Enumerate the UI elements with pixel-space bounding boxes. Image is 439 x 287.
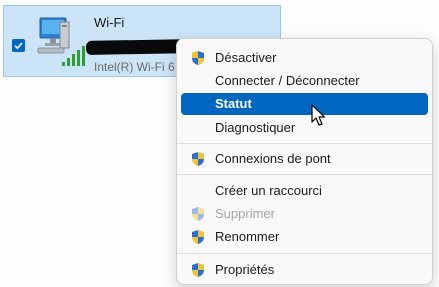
- menu-item-supprimer: Supprimer: [181, 203, 428, 225]
- context-menu: Désactiver Connecter / Déconnecter Statu…: [176, 38, 433, 285]
- menu-item-desactiver[interactable]: Désactiver: [181, 47, 428, 69]
- menu-item-label: Créer un raccourci: [215, 183, 322, 198]
- menu-item-label: Désactiver: [215, 50, 277, 65]
- menu-item-label: Propriétés: [215, 262, 275, 277]
- mouse-pointer-icon: [311, 104, 326, 126]
- menu-item-label: Connecter / Déconnecter: [215, 73, 360, 88]
- menu-separator: [177, 174, 432, 175]
- uac-shield-icon: [192, 230, 204, 244]
- redacted-network-name: [85, 39, 191, 55]
- network-adapter-icon: [37, 17, 85, 66]
- menu-item-label: Connexions de pont: [215, 151, 331, 166]
- menu-separator: [177, 253, 432, 254]
- uac-shield-icon: [192, 152, 204, 166]
- menu-item-statut[interactable]: Statut: [181, 93, 428, 115]
- network-connections-window: Wi-Fi Intel(R) Wi-Fi 6 Désactiver Connec…: [0, 0, 439, 287]
- uac-shield-icon: [192, 51, 204, 65]
- menu-item-label: Statut: [215, 96, 252, 111]
- adapter-device-name: Intel(R) Wi-Fi 6: [94, 60, 175, 74]
- adapter-checkbox[interactable]: [12, 39, 25, 52]
- adapter-name: Wi-Fi: [94, 15, 125, 30]
- menu-item-proprietes[interactable]: Propriétés: [181, 259, 428, 281]
- menu-item-diagnostiquer[interactable]: Diagnostiquer: [181, 117, 428, 139]
- menu-item-label: Diagnostiquer: [215, 120, 296, 135]
- uac-shield-icon: [192, 263, 204, 277]
- uac-shield-icon: [192, 207, 204, 221]
- menu-item-label: Renommer: [215, 229, 280, 244]
- menu-item-connexions-de-pont[interactable]: Connexions de pont: [181, 148, 428, 170]
- menu-item-label: Supprimer: [215, 206, 275, 221]
- menu-item-creer-un-raccourci[interactable]: Créer un raccourci: [181, 180, 428, 202]
- menu-item-connecter-deconnecter[interactable]: Connecter / Déconnecter: [181, 70, 428, 92]
- menu-separator: [177, 143, 432, 144]
- menu-item-renommer[interactable]: Renommer: [181, 226, 428, 248]
